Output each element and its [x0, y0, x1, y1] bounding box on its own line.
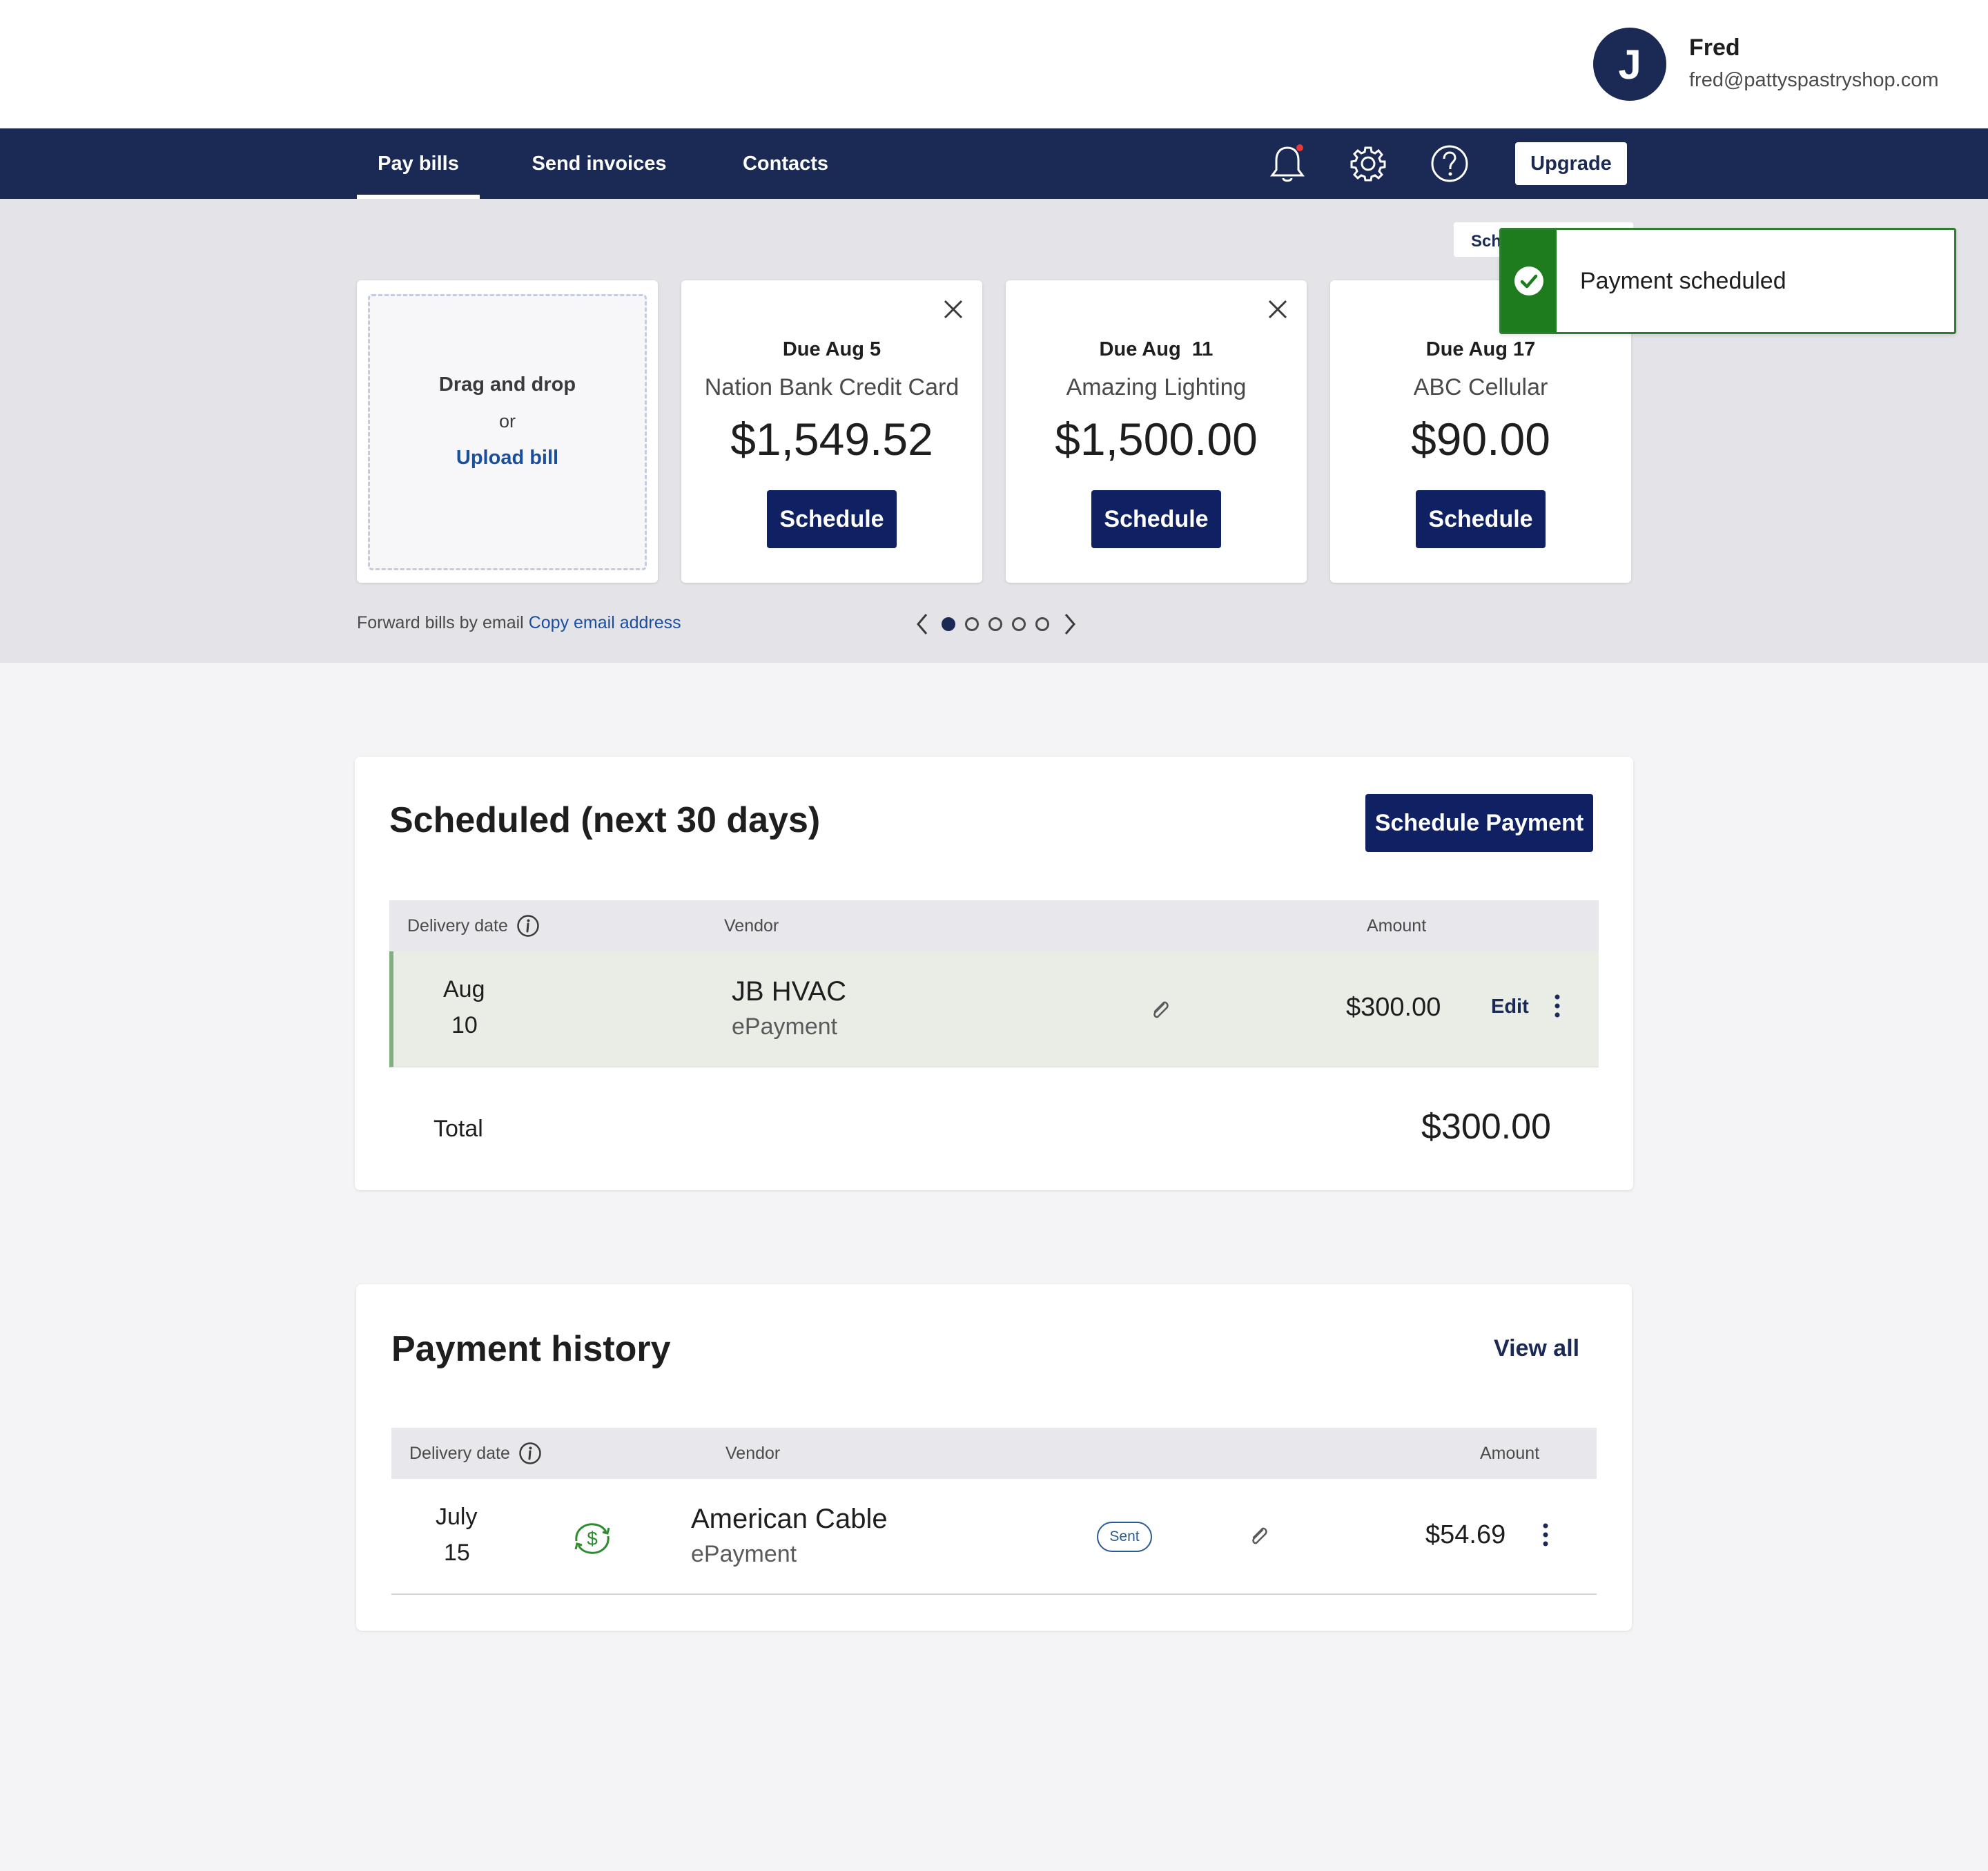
close-icon[interactable]	[939, 295, 967, 323]
bill-card: Due Aug 11 Amazing Lighting $1,500.00 Sc…	[1006, 280, 1307, 583]
bill-due-date: Due Aug 5	[782, 338, 881, 360]
nav-bar: Pay bills Send invoices Contacts Upgrade	[0, 128, 1988, 199]
more-options-icon[interactable]	[1540, 1522, 1551, 1549]
edit-link[interactable]: Edit	[1491, 996, 1529, 1018]
toast-message: Payment scheduled	[1580, 267, 1786, 294]
more-options-icon[interactable]	[1552, 993, 1563, 1020]
vendor-header: Vendor	[724, 915, 779, 936]
table-row[interactable]: Aug 10 JB HVAC ePayment $300.00 Edit	[389, 951, 1599, 1067]
user-email: fred@pattyspastryshop.com	[1689, 69, 1939, 91]
forward-bills-label: Forward bills by email	[357, 613, 524, 632]
chevron-right-icon[interactable]	[1059, 612, 1080, 637]
drag-drop-label: Drag and drop	[438, 374, 576, 396]
row-vendor: JB HVAC	[732, 976, 846, 1007]
history-table-header: Delivery date Vendor Amount	[391, 1428, 1597, 1479]
bill-amount: $1,500.00	[1055, 414, 1258, 465]
row-day: 15	[444, 1540, 470, 1566]
carousel-dot[interactable]	[942, 617, 955, 631]
tab-contacts[interactable]: Contacts	[732, 128, 839, 199]
row-vendor: American Cable	[691, 1504, 888, 1534]
schedule-payment-button[interactable]: Schedule Payment	[1365, 794, 1593, 852]
user-name: Fred	[1689, 35, 1740, 61]
help-icon[interactable]	[1428, 142, 1471, 185]
paperclip-icon[interactable]	[1247, 1524, 1271, 1548]
svg-text:$: $	[587, 1528, 598, 1549]
drop-zone[interactable]: Drag and drop or Upload bill	[368, 294, 647, 570]
scheduled-payments-panel: Scheduled (next 30 days) Schedule Paymen…	[355, 757, 1633, 1190]
chevron-left-icon[interactable]	[913, 612, 933, 637]
upgrade-button[interactable]: Upgrade	[1515, 142, 1627, 185]
bill-due-date: Due Aug 11	[1099, 338, 1214, 360]
carousel-dot[interactable]	[988, 617, 1002, 631]
scheduled-title: Scheduled (next 30 days)	[389, 800, 821, 840]
bill-vendor: ABC Cellular	[1413, 374, 1548, 400]
row-amount: $54.69	[1425, 1520, 1506, 1549]
tab-send-invoices[interactable]: Send invoices	[525, 128, 674, 199]
row-payment-method: ePayment	[732, 1014, 838, 1040]
delivery-date-header: Delivery date	[409, 1428, 542, 1479]
amount-header: Amount	[1480, 1443, 1540, 1463]
bill-due-date: Due Aug 17	[1425, 338, 1536, 360]
carousel-dot[interactable]	[965, 617, 979, 631]
gear-icon[interactable]	[1347, 142, 1390, 185]
carousel-dot[interactable]	[1012, 617, 1026, 631]
table-row[interactable]: July 15 $ American Cable ePayment Sent $…	[391, 1479, 1597, 1595]
amount-header: Amount	[1367, 915, 1427, 936]
view-all-link[interactable]: View all	[1494, 1335, 1579, 1362]
bill-amount: $1,549.52	[730, 414, 933, 465]
status-badge: Sent	[1097, 1522, 1152, 1552]
bill-amount: $90.00	[1411, 414, 1550, 465]
tab-pay-bills[interactable]: Pay bills	[357, 128, 480, 199]
total-amount: $300.00	[1421, 1107, 1551, 1147]
or-label: or	[498, 411, 516, 432]
row-day: 10	[451, 1012, 478, 1038]
bill-card: Due Aug 5 Nation Bank Credit Card $1,549…	[681, 280, 982, 583]
delivery-date-label: Delivery date	[407, 915, 508, 936]
carousel-dot[interactable]	[1035, 617, 1049, 631]
row-month: Aug	[443, 976, 485, 1002]
history-title: Payment history	[391, 1329, 671, 1369]
info-icon[interactable]	[518, 1442, 542, 1465]
delivery-date-label: Delivery date	[409, 1443, 510, 1463]
total-label: Total	[433, 1116, 483, 1142]
check-circle-icon	[1514, 266, 1543, 295]
row-month: July	[436, 1504, 478, 1530]
schedule-button[interactable]: Schedule	[767, 490, 897, 548]
schedule-button[interactable]: Schedule	[1416, 490, 1546, 548]
top-header	[0, 0, 1988, 128]
avatar[interactable]: J	[1593, 28, 1666, 101]
upload-bill-card[interactable]: Drag and drop or Upload bill	[357, 280, 658, 583]
delivery-date-header: Delivery date	[407, 900, 540, 951]
bill-vendor: Amazing Lighting	[1066, 374, 1247, 400]
scheduled-table-header: Delivery date Vendor Amount	[389, 900, 1599, 951]
paperclip-icon[interactable]	[1149, 998, 1172, 1022]
success-toast: Payment scheduled	[1499, 228, 1956, 334]
schedule-button[interactable]: Schedule	[1091, 490, 1221, 548]
info-icon[interactable]	[516, 914, 540, 938]
vendor-header: Vendor	[725, 1443, 781, 1463]
bill-vendor: Nation Bank Credit Card	[704, 374, 959, 400]
copy-email-link[interactable]: Copy email address	[529, 613, 681, 632]
row-payment-method: ePayment	[691, 1541, 797, 1567]
bell-icon[interactable]	[1266, 142, 1309, 185]
payment-history-panel: Payment history View all Delivery date V…	[356, 1284, 1632, 1631]
row-amount: $300.00	[1346, 993, 1441, 1022]
forward-bills-text: Forward bills by email Copy email addres…	[357, 613, 681, 633]
toast-status-bar	[1501, 230, 1557, 332]
recurring-payment-icon: $	[568, 1518, 616, 1559]
close-icon[interactable]	[1264, 295, 1292, 323]
upload-bill-link[interactable]: Upload bill	[370, 447, 645, 469]
